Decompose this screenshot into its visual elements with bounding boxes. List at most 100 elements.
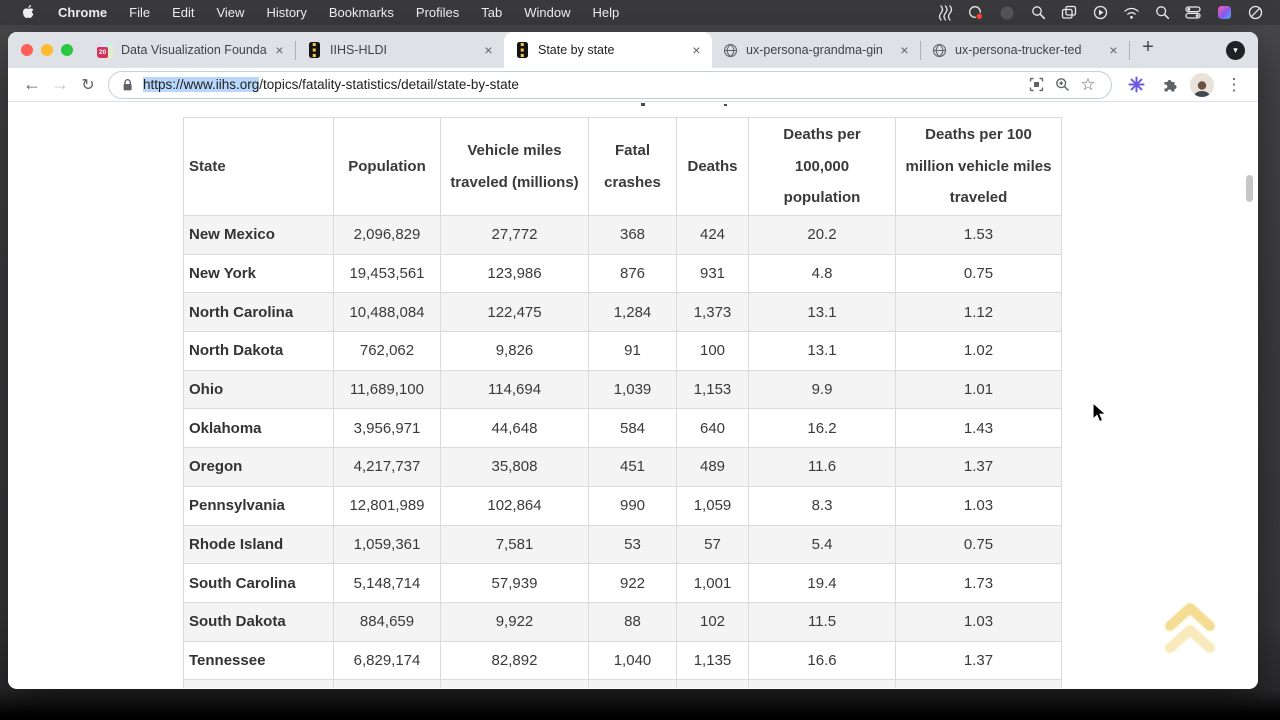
hidden-app-icon[interactable] <box>996 4 1018 22</box>
windows-stack-icon[interactable] <box>1058 4 1080 22</box>
tab-strip: 20Data Visualization Founda×IIHS-HLDI×St… <box>8 32 1258 68</box>
table-row: South Dakota884,6599,9228810211.51.03 <box>184 602 1062 641</box>
extension-asterisk-icon[interactable] <box>1122 71 1150 99</box>
table-cell: 27,772 <box>441 216 589 255</box>
table-cell: 16.2 <box>749 409 896 448</box>
menu-item-file[interactable]: File <box>118 5 161 20</box>
meeting-waves-icon[interactable] <box>934 4 956 22</box>
tab-title: Data Visualization Founda <box>121 43 267 57</box>
table-cell: 123,986 <box>441 254 589 293</box>
menu-item-chrome[interactable]: Chrome <box>47 5 118 20</box>
zoom-window-button[interactable] <box>61 44 73 56</box>
table-cell: North Dakota <box>184 332 334 371</box>
spotlight-search-icon[interactable] <box>1151 4 1173 22</box>
raycast-app-icon[interactable] <box>1213 4 1235 22</box>
table-cell: 35,808 <box>441 448 589 487</box>
tab-close-icon[interactable]: × <box>271 42 288 59</box>
menu-item-tab[interactable]: Tab <box>470 5 513 20</box>
header-cell: Deaths per 100 million vehicle miles tra… <box>896 118 1062 216</box>
wifi-icon[interactable] <box>1120 4 1142 22</box>
table-cell: 5,148,714 <box>334 564 441 603</box>
extensions-puzzle-icon[interactable] <box>1156 71 1184 99</box>
reload-icon[interactable]: ↻ <box>74 71 102 99</box>
table-cell: 762,062 <box>334 332 441 371</box>
table-cell: New York <box>184 254 334 293</box>
back-to-top-button[interactable] <box>1158 596 1222 660</box>
table-cell: 9,922 <box>441 602 589 641</box>
menu-item-help[interactable]: Help <box>582 5 631 20</box>
table-cell: 1,153 <box>677 370 749 409</box>
header-cell: Deaths <box>677 118 749 216</box>
table-cell: Rhode Island <box>184 525 334 564</box>
table-cell: 4,217,737 <box>334 448 441 487</box>
tab-close-icon[interactable]: × <box>896 42 913 59</box>
table-cell: South Dakota <box>184 602 334 641</box>
table-row: New York19,453,561123,9868769314.80.75 <box>184 254 1062 293</box>
control-center-icon[interactable] <box>1182 4 1204 22</box>
tab-title: ux-persona-trucker-ted <box>955 43 1101 57</box>
table-cell: 122,475 <box>441 293 589 332</box>
tab-data-visualization-founda[interactable]: 20 Data Visualization Founda × <box>87 32 295 68</box>
apple-menu-icon[interactable] <box>10 5 47 20</box>
tab-close-icon[interactable]: × <box>480 42 497 59</box>
browser-menu-icon[interactable]: ⋮ <box>1220 71 1248 99</box>
tab-close-icon[interactable]: × <box>688 42 705 59</box>
table-cell: 16.6 <box>749 641 896 680</box>
table-cell: Ohio <box>184 370 334 409</box>
minimize-window-button[interactable] <box>41 44 53 56</box>
table-cell <box>184 680 334 688</box>
menu-item-profiles[interactable]: Profiles <box>405 5 470 20</box>
table-cell: 1,284 <box>589 293 677 332</box>
back-icon[interactable]: ← <box>18 71 46 99</box>
table-cell: 990 <box>589 486 677 525</box>
bookmark-star-icon[interactable]: ☆ <box>1075 72 1101 98</box>
zoom-magnifier-icon[interactable] <box>1027 4 1049 22</box>
new-tab-button[interactable]: + <box>1134 34 1162 62</box>
table-cell: 1.03 <box>896 486 1062 525</box>
close-window-button[interactable] <box>21 44 33 56</box>
menu-item-edit[interactable]: Edit <box>161 5 205 20</box>
screenshot-scan-icon[interactable] <box>1023 72 1049 98</box>
table-cell <box>334 680 441 688</box>
table-cell: 876 <box>589 254 677 293</box>
screen-record-icon[interactable] <box>965 4 987 22</box>
forward-icon[interactable]: → <box>46 71 74 99</box>
tab-ux-persona-grandma-gin[interactable]: ux-persona-grandma-gin × <box>712 32 920 68</box>
table-row: New Mexico2,096,82927,77236842420.21.53 <box>184 216 1062 255</box>
tab-ux-persona-trucker-ted[interactable]: ux-persona-trucker-ted × <box>921 32 1129 68</box>
menu-item-window[interactable]: Window <box>513 5 581 20</box>
table-cell: 91 <box>589 332 677 371</box>
table-cell: 489 <box>677 448 749 487</box>
table-cell: 13.1 <box>749 293 896 332</box>
page-content: StatePopulationVehicle miles traveled (m… <box>8 102 1258 688</box>
table-row: North Carolina10,488,084122,4751,2841,37… <box>184 293 1062 332</box>
menu-item-view[interactable]: View <box>205 5 255 20</box>
table-cell: 10,488,084 <box>334 293 441 332</box>
table-cell: 44,648 <box>441 409 589 448</box>
table-cell: Oklahoma <box>184 409 334 448</box>
tab-state-by-state[interactable]: State by state × <box>504 32 712 68</box>
table-cell: 1.73 <box>896 564 1062 603</box>
table-row: South Carolina5,148,71457,9399221,00119.… <box>184 564 1062 603</box>
tab-search-button[interactable]: ▾ <box>1226 41 1245 60</box>
table-cell: 53 <box>589 525 677 564</box>
tab-iihs-hldi[interactable]: IIHS-HLDI× <box>296 32 504 68</box>
data-visualization-favicon: 20 <box>97 42 113 58</box>
tab-title: State by state <box>538 43 684 57</box>
address-bar[interactable]: https://www.iihs.org/topics/fatality-sta… <box>108 71 1112 99</box>
zoom-in-icon[interactable] <box>1049 72 1075 98</box>
table-cell: 9.9 <box>749 370 896 409</box>
tab-close-icon[interactable]: × <box>1105 42 1122 59</box>
table-cell <box>441 680 589 688</box>
vertical-scrollbar-thumb[interactable] <box>1246 175 1253 202</box>
play-circle-icon[interactable] <box>1089 4 1111 22</box>
focus-mode-icon[interactable] <box>1244 4 1266 22</box>
globe-favicon <box>723 43 738 58</box>
table-cell: 6,829,174 <box>334 641 441 680</box>
clipped-heading-fragment <box>641 103 645 106</box>
tab-title: ux-persona-grandma-gin <box>746 43 892 57</box>
menu-item-bookmarks[interactable]: Bookmarks <box>318 5 405 20</box>
table-cell: 1,039 <box>589 370 677 409</box>
profile-avatar[interactable] <box>1190 73 1214 97</box>
menu-item-history[interactable]: History <box>255 5 317 20</box>
